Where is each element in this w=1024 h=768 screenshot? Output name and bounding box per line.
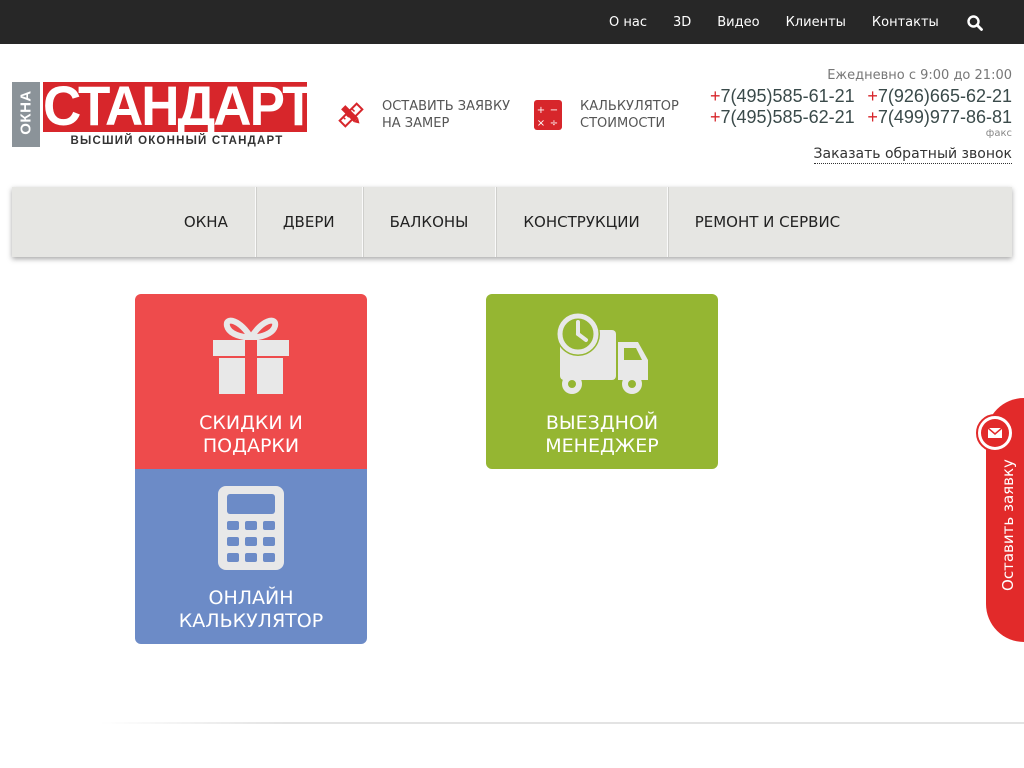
working-hours: Ежедневно с 9:00 до 21:00	[827, 68, 1012, 83]
top-bar: О нас 3D Видео Клиенты Контакты	[0, 0, 1024, 44]
pencil-ruler-icon	[336, 100, 366, 130]
nav-item-constructions[interactable]: Конструкции	[496, 187, 668, 257]
request-measure-link[interactable]: ОСТАВИТЬ ЗАЯВКУ НА ЗАМЕР	[336, 98, 510, 132]
phone-4-fax[interactable]: +7(499)977-86-81	[867, 107, 1012, 128]
phone-list: +7(495)585-61-21 +7(926)665-62-21 +7(495…	[710, 86, 1012, 128]
calculator-icon: + − × ÷	[534, 100, 564, 130]
top-nav: О нас 3D Видео Клиенты Контакты	[596, 0, 952, 44]
leave-request-side-tab[interactable]: Оставить заявку	[976, 398, 1024, 642]
top-link-video[interactable]: Видео	[704, 15, 772, 30]
gift-icon	[135, 310, 367, 396]
top-link-3d[interactable]: 3D	[660, 15, 704, 30]
nav-item-repair-service[interactable]: Ремонт и сервис	[668, 187, 867, 257]
top-link-about[interactable]: О нас	[596, 15, 660, 30]
tile-manager-label-1: ВЫЕЗДНОЙ	[545, 412, 659, 434]
search-icon[interactable]	[966, 14, 984, 32]
tile-calc-label-1: ОНЛАЙН	[208, 587, 294, 609]
side-tab-label: Оставить заявку	[999, 459, 1017, 591]
nav-item-balconies[interactable]: Балконы	[363, 187, 497, 257]
tile-discounts-label-1: СКИДКИ И	[199, 412, 303, 434]
fax-label: факс	[985, 128, 1012, 139]
tile-discounts-label-2: ПОДАРКИ	[202, 435, 300, 457]
svg-text:+: +	[537, 105, 545, 116]
tile-discounts-gifts[interactable]: СКИДКИ И ПОДАРКИ	[135, 294, 367, 469]
nav-item-windows[interactable]: Окна	[157, 187, 256, 257]
tile-manager-label-2: МЕНЕДЖЕР	[545, 435, 659, 457]
top-link-clients[interactable]: Клиенты	[773, 15, 859, 30]
logo-okna-text: ОКНА	[17, 90, 35, 135]
delivery-truck-clock-icon	[486, 310, 718, 396]
cost-calculator-label-1: КАЛЬКУЛЯТОР	[580, 99, 679, 114]
logo-standart-text: СТАНДАРТ	[43, 75, 315, 138]
phone-2[interactable]: +7(926)665-62-21	[867, 86, 1012, 107]
footer-divider	[100, 722, 1024, 724]
cost-calculator-label-2: СТОИМОСТИ	[580, 116, 666, 131]
callback-link[interactable]: Заказать обратный звонок	[813, 145, 1012, 164]
cost-calculator-link[interactable]: + − × ÷ КАЛЬКУЛЯТОР СТОИМОСТИ	[534, 98, 679, 132]
calculator-tile-icon	[135, 485, 367, 571]
request-measure-label-2: НА ЗАМЕР	[382, 116, 450, 131]
request-measure-label-1: ОСТАВИТЬ ЗАЯВКУ	[382, 99, 511, 114]
main-nav: Окна Двери Балконы Конструкции Ремонт и …	[12, 187, 1012, 257]
phone-3[interactable]: +7(495)585-62-21	[710, 107, 855, 128]
nav-item-doors[interactable]: Двери	[256, 187, 363, 257]
site-logo[interactable]: ОКНА СТАНДАРТ ВЫСШИЙ ОКОННЫЙ СТАНДАРТ	[12, 77, 315, 150]
phone-1[interactable]: +7(495)585-61-21	[710, 86, 855, 107]
svg-text:×: ×	[537, 118, 545, 129]
svg-text:−: −	[550, 105, 558, 116]
tile-calc-label-2: КАЛЬКУЛЯТОР	[178, 610, 324, 632]
logo-tagline: ВЫСШИЙ ОКОННЫЙ СТАНДАРТ	[70, 135, 284, 147]
svg-text:÷: ÷	[550, 118, 558, 129]
top-link-contacts[interactable]: Контакты	[859, 15, 952, 30]
tile-online-calculator[interactable]: ОНЛАЙН КАЛЬКУЛЯТОР	[135, 469, 367, 644]
tile-field-manager[interactable]: ВЫЕЗДНОЙ МЕНЕДЖЕР	[486, 294, 718, 469]
